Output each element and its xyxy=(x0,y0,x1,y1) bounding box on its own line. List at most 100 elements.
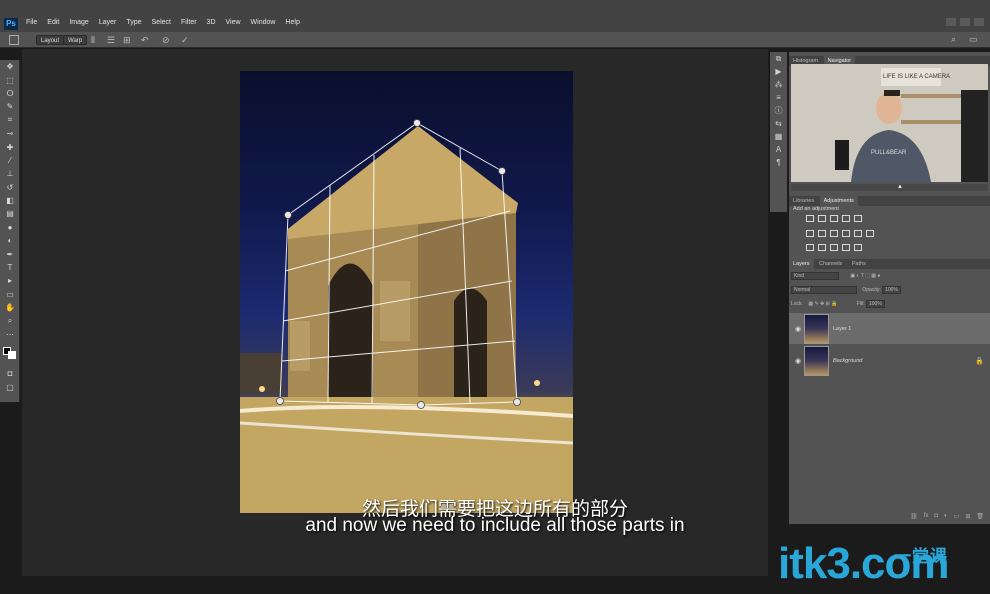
undo-icon[interactable]: ↶ xyxy=(141,34,149,46)
properties-icon[interactable]: ≡ xyxy=(770,91,787,104)
brightness-icon[interactable] xyxy=(806,215,814,222)
move-tool-icon[interactable]: ✥ xyxy=(0,60,20,73)
search-icon[interactable]: ⌕ xyxy=(951,34,956,45)
adjust-sliders-icon[interactable]: ⇆ xyxy=(770,117,787,130)
navigator-preview[interactable]: LIFE IS LIKE A CAMERA PULL&BEAR xyxy=(791,64,988,182)
menu-layer[interactable]: Layer xyxy=(99,19,117,26)
tab-channels[interactable]: Channels xyxy=(815,259,846,269)
menu-filter[interactable]: Filter xyxy=(181,19,197,26)
workspace-icon[interactable]: ▭ xyxy=(969,34,978,45)
layout-button[interactable]: Layout xyxy=(36,35,65,45)
crop-tool-icon[interactable]: ⌗ xyxy=(0,114,20,127)
fill-field[interactable]: 100% xyxy=(865,300,885,308)
threshold-icon[interactable] xyxy=(830,244,838,251)
brush-tool-icon[interactable]: ⁄ xyxy=(0,154,20,167)
straighten-both-icon[interactable]: ⊞ xyxy=(123,34,131,46)
crop-handle[interactable] xyxy=(498,167,506,175)
kind-filter-select[interactable]: Kind xyxy=(791,272,839,280)
commit-check-icon[interactable]: ✓ xyxy=(181,34,189,46)
lock-icons[interactable]: ▦ ✎ ✥ ⊞ 🔒 xyxy=(808,301,837,307)
quick-select-tool-icon[interactable]: ✎ xyxy=(0,100,20,113)
posterize-icon[interactable] xyxy=(818,244,826,251)
arc-de-triomphe-photo[interactable] xyxy=(240,71,573,513)
info-icon[interactable]: ⓘ xyxy=(770,104,787,117)
invert-icon[interactable] xyxy=(806,244,814,251)
healing-brush-tool-icon[interactable]: ✚ xyxy=(0,140,20,153)
menu-3d[interactable]: 3D xyxy=(207,19,216,26)
warp-button[interactable]: Warp xyxy=(63,35,88,45)
blend-mode-select[interactable]: Normal xyxy=(791,286,857,294)
lasso-tool-icon[interactable]: ⵔ xyxy=(0,87,20,100)
vibrance-icon[interactable] xyxy=(854,215,862,222)
close-button[interactable] xyxy=(974,18,984,26)
actions-play-icon[interactable]: ▶ xyxy=(770,65,787,78)
tab-adjustments[interactable]: Adjustments xyxy=(819,196,858,206)
navigator-zoom-slider[interactable]: ▲ xyxy=(791,184,988,191)
color-swatches[interactable] xyxy=(0,341,20,367)
brush-presets-icon[interactable]: ⁂ xyxy=(770,78,787,91)
history-panel-icon[interactable]: ⧉ xyxy=(770,52,787,65)
menu-type[interactable]: Type xyxy=(126,19,141,26)
pen-tool-icon[interactable]: ✒ xyxy=(0,247,20,260)
perspective-crop-tool-icon[interactable] xyxy=(9,35,19,45)
eraser-tool-icon[interactable]: ◧ xyxy=(0,194,20,207)
gradient-tool-icon[interactable]: ▤ xyxy=(0,207,20,220)
tab-layers[interactable]: Layers xyxy=(789,259,814,269)
zoom-thumb[interactable]: ▲ xyxy=(897,184,903,190)
opacity-field[interactable]: 100% xyxy=(882,286,901,294)
crop-handle[interactable] xyxy=(417,401,425,409)
menu-view[interactable]: View xyxy=(226,19,241,26)
marquee-tool-icon[interactable]: ⬚ xyxy=(0,73,20,86)
hue-saturation-icon[interactable] xyxy=(806,230,814,237)
layer-row-layer-1[interactable]: ◉ Layer 1 xyxy=(789,313,990,344)
screen-mode-icon[interactable]: ▢ xyxy=(0,381,20,394)
menu-edit[interactable]: Edit xyxy=(47,19,59,26)
hand-tool-icon[interactable]: ✋ xyxy=(0,301,20,314)
color-balance-icon[interactable] xyxy=(818,230,826,237)
crop-handle[interactable] xyxy=(413,119,421,127)
color-lookup-icon[interactable] xyxy=(866,230,874,237)
gradient-map-icon[interactable] xyxy=(842,244,850,251)
black-white-icon[interactable] xyxy=(830,230,838,237)
paragraph-panel-icon[interactable]: ¶ xyxy=(770,156,787,169)
tab-libraries[interactable]: Libraries xyxy=(789,196,818,206)
history-brush-tool-icon[interactable]: ↺ xyxy=(0,181,20,194)
menu-window[interactable]: Window xyxy=(251,19,276,26)
quick-mask-icon[interactable]: ◘ xyxy=(0,367,20,380)
type-tool-icon[interactable]: T xyxy=(0,261,20,274)
tab-paths[interactable]: Paths xyxy=(848,259,870,269)
eyedropper-tool-icon[interactable]: ⊸ xyxy=(0,127,20,140)
straighten-horizontal-icon[interactable]: ☰ xyxy=(107,34,115,46)
cancel-icon[interactable]: ⊘ xyxy=(162,34,170,46)
path-select-tool-icon[interactable]: ▸ xyxy=(0,274,20,287)
menu-help[interactable]: Help xyxy=(285,19,299,26)
curves-icon[interactable] xyxy=(830,215,838,222)
clone-stamp-tool-icon[interactable]: ⊥ xyxy=(0,167,20,180)
character-panel-icon[interactable]: A xyxy=(770,143,787,156)
zoom-tool-icon[interactable]: ⌕ xyxy=(0,314,20,327)
crop-handle[interactable] xyxy=(276,397,284,405)
visibility-eye-icon[interactable]: ◉ xyxy=(795,357,801,365)
maximize-button[interactable] xyxy=(960,18,970,26)
more-tools-icon[interactable]: ⋯ xyxy=(0,328,20,341)
channel-mixer-icon[interactable] xyxy=(854,230,862,237)
exposure-icon[interactable] xyxy=(842,215,850,222)
background-color-swatch[interactable] xyxy=(8,351,16,360)
swatches-icon[interactable]: ▦ xyxy=(770,130,787,143)
minimize-button[interactable] xyxy=(946,18,956,26)
selective-color-icon[interactable] xyxy=(854,244,862,251)
levels-icon[interactable] xyxy=(818,215,826,222)
rectangle-tool-icon[interactable]: ▭ xyxy=(0,288,20,301)
crop-handle[interactable] xyxy=(513,398,521,406)
layer-row-background[interactable]: ◉ Background 🔒 xyxy=(789,345,990,376)
dodge-tool-icon[interactable]: ◐ xyxy=(0,234,20,247)
menu-file[interactable]: File xyxy=(26,19,37,26)
menu-image[interactable]: Image xyxy=(69,19,88,26)
crop-handle[interactable] xyxy=(284,211,292,219)
blur-tool-icon[interactable]: ● xyxy=(0,221,20,234)
filter-type-icons[interactable]: ▣ ◐ T ⬚ ▦ ● xyxy=(850,273,880,279)
menu-select[interactable]: Select xyxy=(152,19,171,26)
straighten-vertical-icon[interactable]: ⦀ xyxy=(91,34,95,46)
visibility-eye-icon[interactable]: ◉ xyxy=(795,325,801,333)
photo-filter-icon[interactable] xyxy=(842,230,850,237)
